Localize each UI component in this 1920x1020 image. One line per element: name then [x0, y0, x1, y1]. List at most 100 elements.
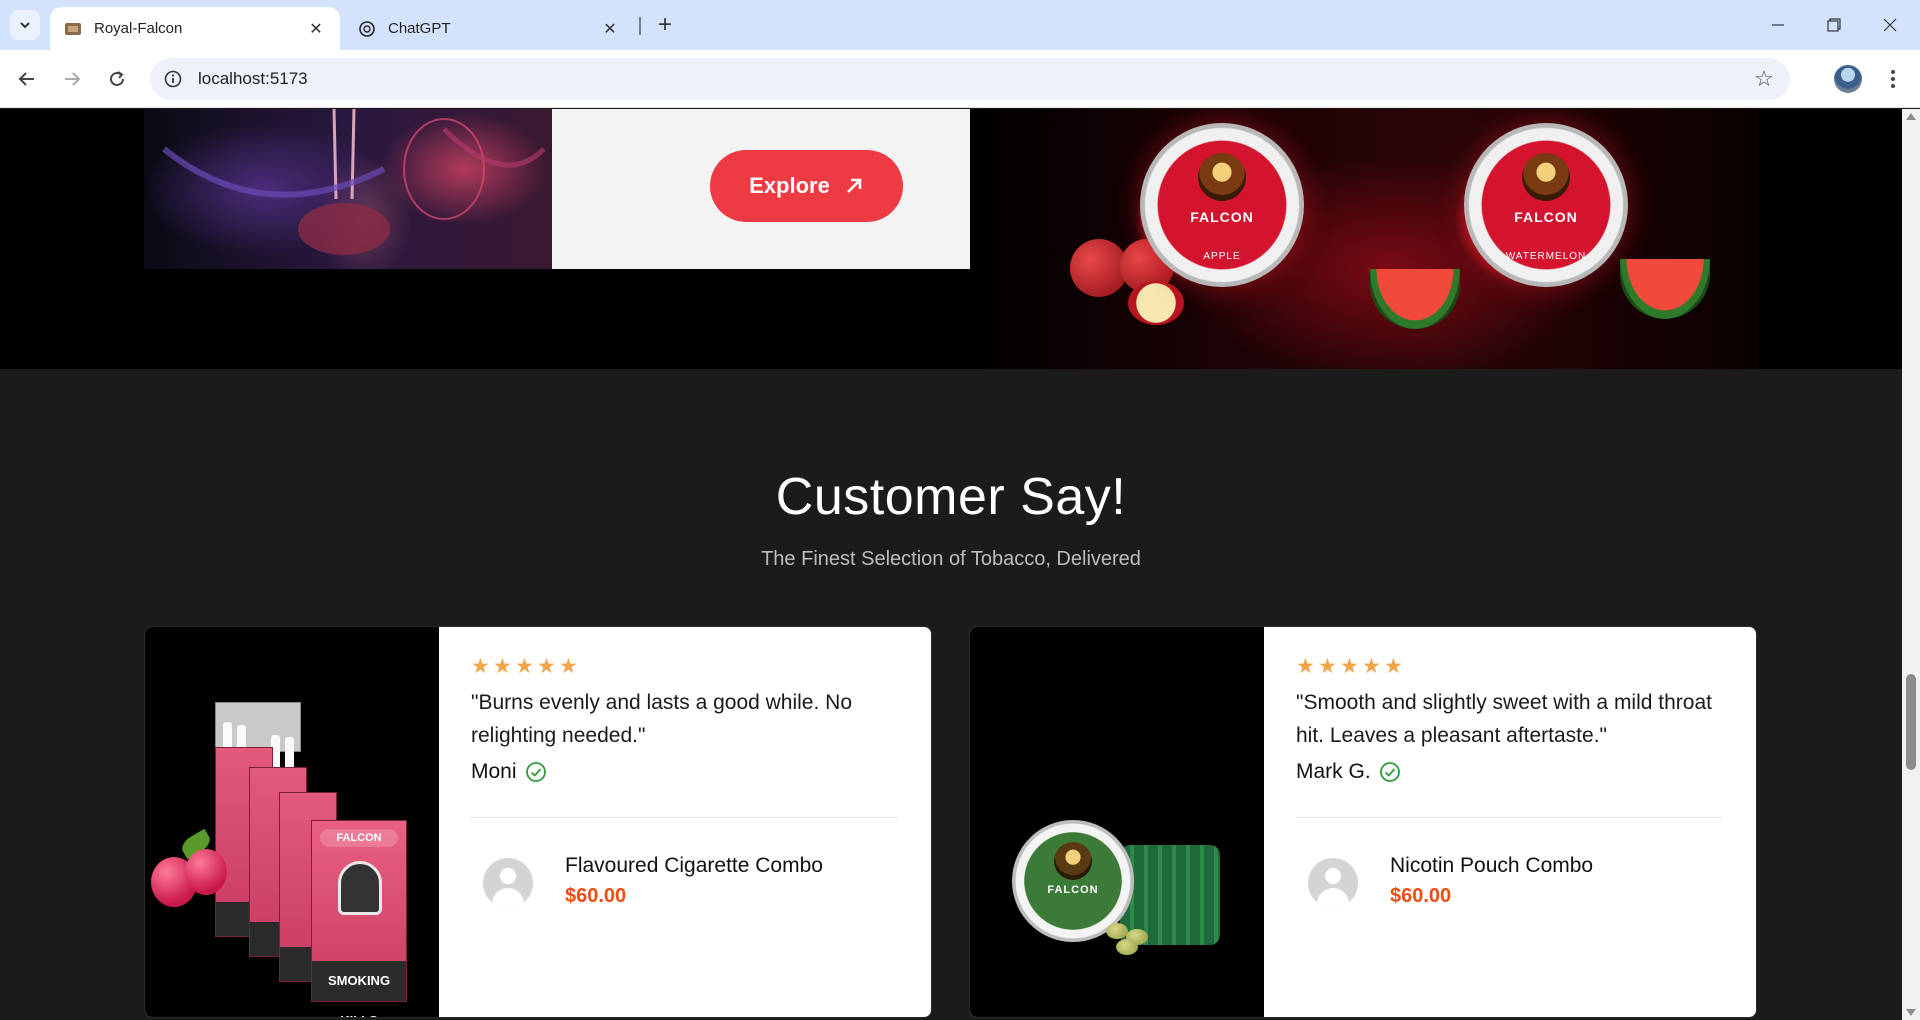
product-hero-image: FALCON APPLE FALCON WATERMELON — [970, 109, 1758, 369]
close-tab-icon[interactable]: ✕ — [306, 19, 326, 39]
minimize-icon — [1772, 24, 1784, 26]
eagle-logo-icon — [1522, 153, 1570, 201]
raspberry-image — [185, 849, 227, 895]
star-icon: ★ — [471, 655, 490, 678]
cigarette-pack-front: FALCON SMOKING KILLS — [311, 820, 407, 1017]
watermelon-tin: FALCON WATERMELON — [1464, 123, 1628, 287]
cardamom-image — [1116, 939, 1138, 955]
tab-title: ChatGPT — [388, 20, 451, 37]
review-body: ★ ★ ★ ★ ★ "Smooth and slightly sweet wit… — [1296, 627, 1722, 1017]
address-bar[interactable]: localhost:5173 ☆ — [150, 58, 1790, 100]
eagle-logo-icon — [1198, 153, 1246, 201]
back-button[interactable] — [10, 62, 44, 96]
pack-emblem-icon — [338, 861, 382, 915]
scrollbar-thumb[interactable] — [1906, 674, 1916, 770]
star-icon: ★ — [1296, 655, 1315, 678]
tab-search-button[interactable] — [10, 10, 40, 40]
new-tab-button[interactable]: + — [650, 10, 680, 40]
tin-brand: FALCON — [1047, 884, 1099, 896]
url-text: localhost:5173 — [198, 69, 308, 88]
chevron-down-icon — [20, 22, 30, 29]
product-image-nicotine-pouch: FALCON — [970, 627, 1264, 1017]
review-card: FALCON SMOKING KILLS ★ ★ ★ ★ ★ "Burns ev… — [144, 626, 932, 1018]
product-price: $60.00 — [1390, 885, 1452, 907]
browser-menu-button[interactable] — [1878, 62, 1908, 96]
reload-button[interactable] — [100, 62, 134, 96]
close-icon — [1883, 18, 1897, 32]
product-price: $60.00 — [565, 885, 627, 907]
review-quote: "Burns evenly and lasts a good while. No… — [471, 691, 853, 747]
review-quote: "Smooth and slightly sweet with a mild t… — [1296, 691, 1712, 747]
star-icon: ★ — [493, 655, 512, 678]
reload-icon — [110, 71, 124, 86]
reviewer-name: Moni — [471, 760, 517, 783]
minimize-window-button[interactable] — [1750, 0, 1806, 50]
tab-royal-falcon[interactable]: Royal-Falcon ✕ — [50, 7, 340, 50]
restore-window-button[interactable] — [1806, 0, 1862, 50]
tab-separator — [639, 17, 641, 35]
divider — [1296, 817, 1722, 818]
pack-brand: FALCON — [320, 829, 398, 847]
page-scrollbar[interactable] — [1902, 109, 1920, 1020]
section-subtitle: The Finest Selection of Tobacco, Deliver… — [761, 548, 1141, 570]
restore-icon — [1827, 18, 1841, 32]
divider — [471, 817, 897, 818]
tin-flavor: WATERMELON — [1505, 251, 1587, 262]
eagle-logo-icon — [1054, 842, 1092, 880]
product-name[interactable]: Flavoured Cigarette Combo — [565, 853, 823, 879]
review-body: ★ ★ ★ ★ ★ "Burns evenly and lasts a good… — [471, 627, 897, 1017]
pack-warning: SMOKING KILLS — [312, 961, 406, 1017]
rating-stars: ★ ★ ★ ★ ★ — [471, 655, 578, 678]
avatar — [1308, 858, 1358, 908]
star-icon: ★ — [559, 655, 578, 678]
product-name[interactable]: Nicotin Pouch Combo — [1390, 853, 1593, 879]
star-icon: ★ — [537, 655, 556, 678]
apple-slice-image — [1128, 281, 1184, 325]
verified-check-icon — [1379, 762, 1400, 782]
section-title: Customer Say! — [775, 468, 1127, 526]
chatgpt-favicon-icon — [358, 20, 376, 38]
review-card: FALCON ★ ★ ★ ★ ★ "Smooth and slightly sw… — [969, 626, 1757, 1018]
forward-button[interactable] — [55, 62, 89, 96]
watermelon-slice-image — [1620, 259, 1710, 319]
explore-button[interactable]: Explore — [710, 150, 903, 222]
close-window-button[interactable] — [1862, 0, 1918, 50]
tab-title: Royal-Falcon — [94, 20, 183, 37]
tab-chatgpt[interactable]: ChatGPT ✕ — [344, 7, 634, 50]
star-icon: ★ — [1340, 655, 1359, 678]
arrow-right-icon — [65, 72, 81, 86]
tin-flavor: APPLE — [1203, 251, 1241, 262]
tin-brand: FALCON — [1514, 209, 1578, 225]
hookah-image — [144, 109, 552, 269]
watermelon-slice-image — [1370, 269, 1460, 329]
reviewer: Moni — [471, 760, 547, 784]
star-icon: ★ — [515, 655, 534, 678]
scroll-down-icon[interactable] — [1906, 1009, 1916, 1016]
reviewed-product[interactable]: Flavoured Cigarette Combo $60.00 — [483, 853, 823, 908]
browser-toolbar: localhost:5173 ☆ — [0, 50, 1920, 108]
arrow-left-icon — [18, 72, 34, 86]
rating-stars: ★ ★ ★ ★ ★ — [1296, 655, 1403, 678]
explore-label: Explore — [749, 173, 830, 198]
profile-avatar[interactable] — [1834, 65, 1862, 93]
tin-brand: FALCON — [1190, 209, 1254, 225]
reviewed-product[interactable]: Nicotin Pouch Combo $60.00 — [1308, 853, 1593, 908]
close-tab-icon[interactable]: ✕ — [600, 19, 620, 39]
browser-tab-bar: Royal-Falcon ✕ ChatGPT ✕ + — [0, 0, 1920, 50]
site-info-icon[interactable] — [152, 58, 194, 100]
reviewer: Mark G. — [1296, 760, 1401, 784]
bookmark-star-icon[interactable]: ☆ — [1752, 66, 1776, 91]
site-favicon-icon — [64, 20, 82, 38]
reviewer-name: Mark G. — [1296, 760, 1371, 783]
star-icon: ★ — [1362, 655, 1381, 678]
product-image-cigarettes: FALCON SMOKING KILLS — [145, 627, 439, 1017]
star-icon: ★ — [1384, 655, 1403, 678]
verified-check-icon — [525, 762, 546, 782]
apple-tin: FALCON APPLE — [1140, 123, 1304, 287]
star-icon: ★ — [1318, 655, 1337, 678]
hero-section: Explore FALCON APPLE FALCON WATERMELON — [0, 109, 1902, 369]
scroll-up-icon[interactable] — [1906, 113, 1916, 120]
avatar — [483, 858, 533, 908]
arrow-up-right-icon — [846, 178, 862, 193]
page-viewport: Explore FALCON APPLE FALCON WATERMELON C… — [0, 109, 1902, 1020]
